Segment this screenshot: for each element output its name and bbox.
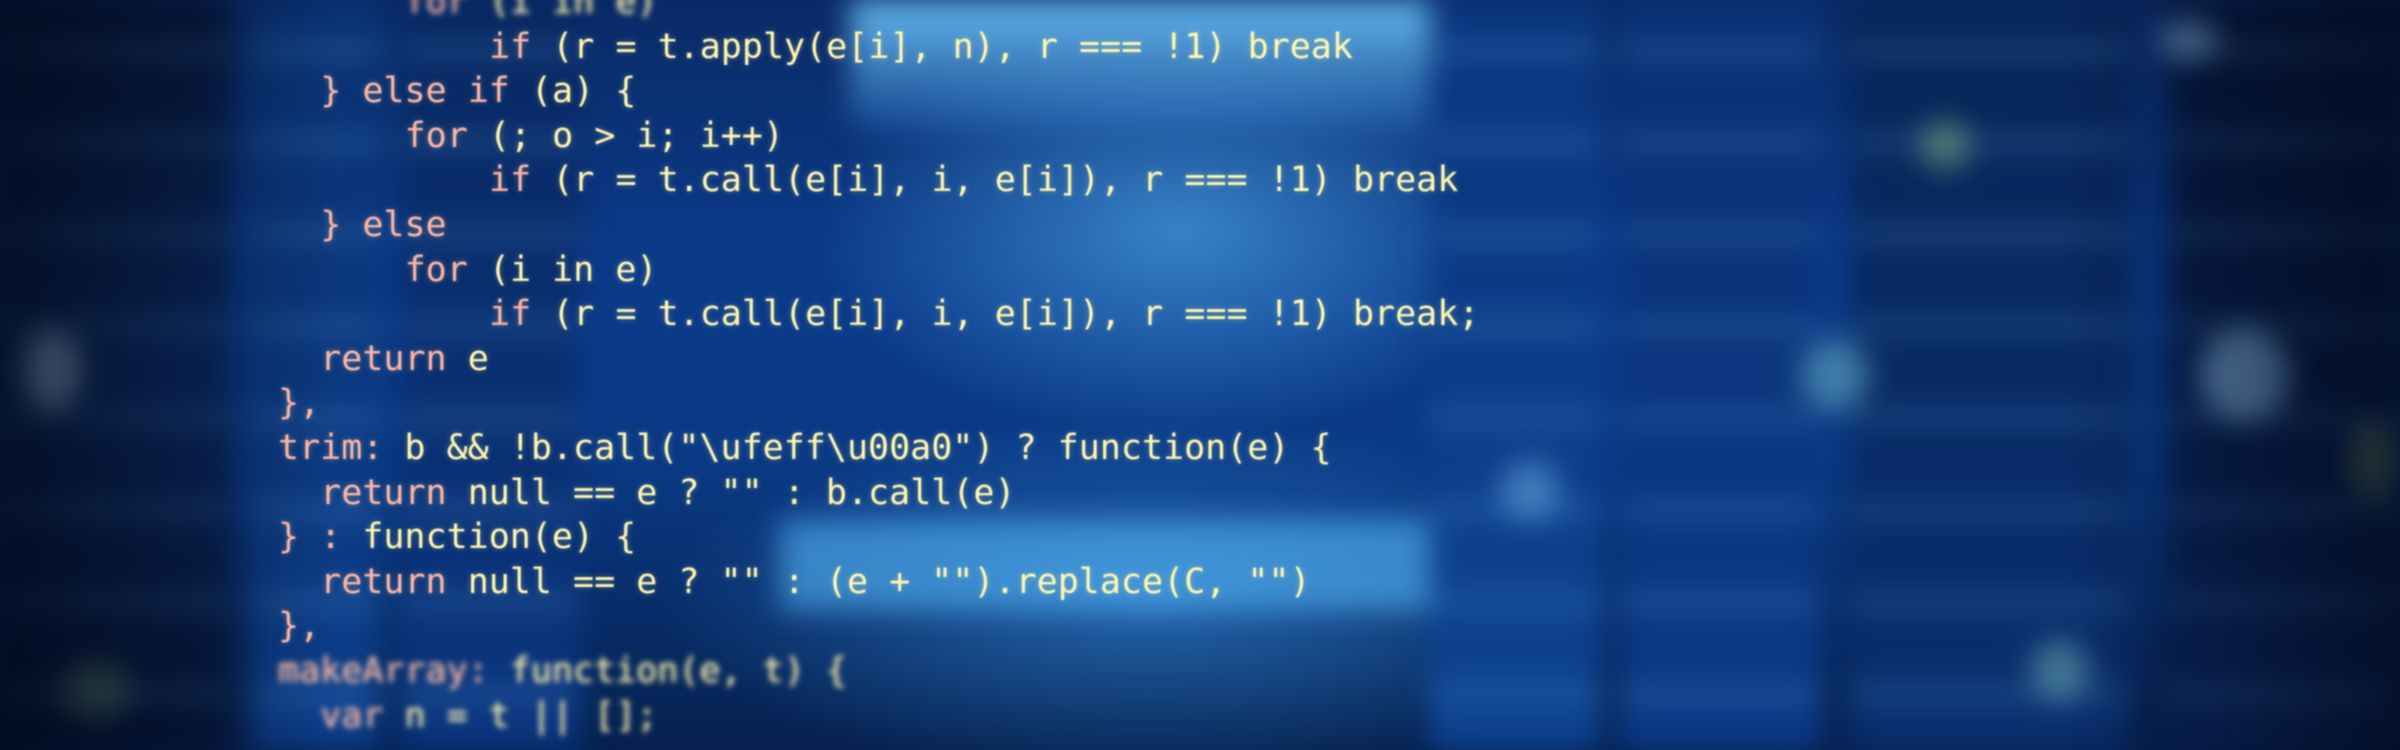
code-keyword: makeArray: xyxy=(278,650,489,691)
code-line: for (i in e) xyxy=(0,0,1479,25)
code-line: if (r = t.apply(e[i], n), r === !1) brea… xyxy=(0,25,1479,70)
code-line: trim: b && !b.call("\ufeff\u00a0") ? fun… xyxy=(0,426,1479,471)
code-line: for (i in e) xyxy=(0,248,1479,293)
code-text: n = t || []; xyxy=(383,695,658,736)
code-line: } : function(e) { xyxy=(0,515,1479,560)
code-keyword: var xyxy=(320,695,384,736)
code-text: (; o > i; i++) xyxy=(467,115,784,156)
code-text: null == e ? "" : b.call(e) xyxy=(446,472,1016,513)
code-keyword: for xyxy=(404,0,468,22)
code-keyword: return xyxy=(320,561,447,602)
code-line: if (r = t.call(e[i], i, e[i]), r === !1)… xyxy=(0,158,1479,203)
code-line: makeArray: function(e, t) { xyxy=(0,649,1479,694)
code-keyword: }, xyxy=(278,383,321,424)
code-line: }, xyxy=(0,381,1479,426)
code-keyword: } : xyxy=(278,517,342,558)
code-line: for (; o > i; i++) xyxy=(0,114,1479,159)
code-line: } else xyxy=(0,203,1479,248)
code-text: function(e) { xyxy=(341,517,637,558)
code-keyword: if xyxy=(489,26,532,67)
code-keyword: }, xyxy=(278,606,321,647)
code-line: } else if (a) { xyxy=(0,69,1479,114)
code-line: return null == e ? "" : (e + "").replace… xyxy=(0,560,1479,605)
code-overlay: for (i in e) if (r = t.apply(e[i], n), r … xyxy=(0,0,1479,738)
code-line: return e xyxy=(0,337,1479,382)
code-text: function(e, t) { xyxy=(488,650,847,691)
code-keyword: } else xyxy=(320,204,447,245)
code-keyword: } else if xyxy=(320,71,510,112)
code-keyword: if xyxy=(489,294,532,335)
code-text: (r = t.call(e[i], i, e[i]), r === !1) br… xyxy=(531,294,1480,335)
code-keyword: trim: xyxy=(278,427,384,468)
code-text: b && !b.call("\ufeff\u00a0") ? function(… xyxy=(383,427,1332,468)
code-text: e xyxy=(446,338,489,379)
code-keyword: for xyxy=(404,249,468,290)
code-line: }, xyxy=(0,604,1479,649)
code-keyword: for xyxy=(404,115,468,156)
code-line: if (r = t.call(e[i], i, e[i]), r === !1)… xyxy=(0,292,1479,337)
code-keyword: return xyxy=(320,338,447,379)
code-keyword: return xyxy=(320,472,447,513)
code-text: (a) { xyxy=(509,71,637,112)
code-text: (i in e) xyxy=(467,0,658,22)
code-text: null == e ? "" : (e + "").replace(C, "") xyxy=(446,561,1311,602)
code-text: (r = t.call(e[i], i, e[i]), r === !1) br… xyxy=(531,160,1459,201)
code-line: return null == e ? "" : b.call(e) xyxy=(0,471,1479,516)
code-text: (i in e) xyxy=(467,249,658,290)
code-text: (r = t.apply(e[i], n), r === !1) break xyxy=(531,26,1353,67)
code-keyword: if xyxy=(489,160,532,201)
code-photo: for (i in e) if (r = t.apply(e[i], n), r … xyxy=(0,0,2400,750)
code-line: var n = t || []; xyxy=(0,694,1479,739)
